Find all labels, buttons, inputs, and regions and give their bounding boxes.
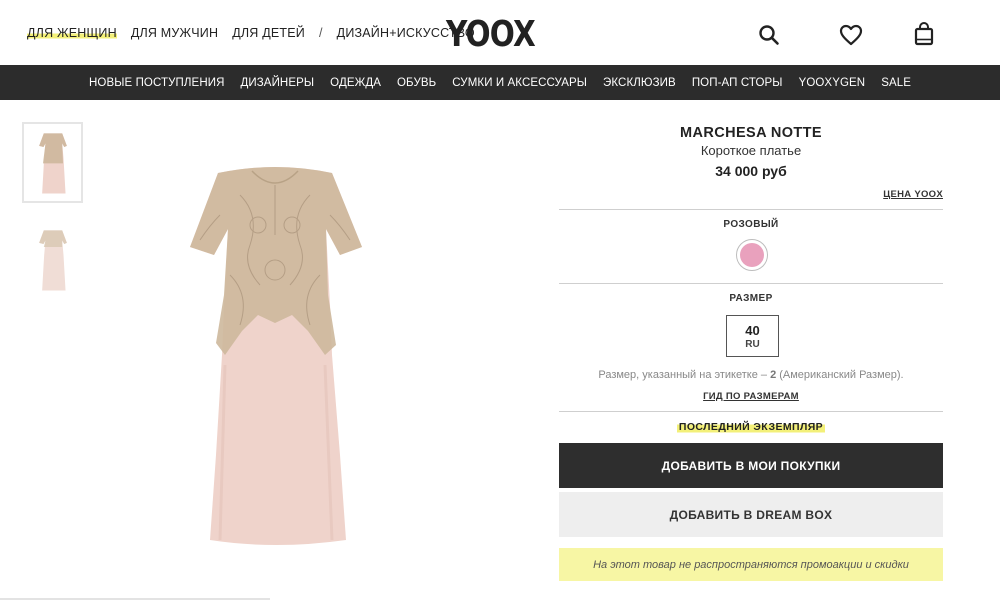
product-price: 34 000 руб [715, 163, 787, 179]
category-nav: НОВЫЕ ПОСТУПЛЕНИЯ ДИЗАЙНЕРЫ ОДЕЖДА ОБУВЬ… [0, 65, 1000, 100]
add-to-cart-button[interactable]: ДОБАВИТЬ В МОИ ПОКУПКИ [559, 443, 943, 488]
add-to-dreambox-button[interactable]: ДОБАВИТЬ В DREAM BOX [559, 492, 943, 537]
thumbnail-back[interactable] [22, 219, 83, 300]
last-item-notice: ПОСЛЕДНИЙ ЭКЗЕМПЛЯР [559, 421, 943, 433]
divider [559, 411, 943, 412]
size-note-prefix: Размер, указанный на этикетке – [598, 369, 771, 381]
yoox-logo[interactable]: YOOX [446, 14, 536, 55]
cat-designers[interactable]: ДИЗАЙНЕРЫ [241, 77, 315, 89]
heart-icon[interactable] [838, 22, 864, 48]
color-swatch-pink[interactable] [736, 239, 768, 271]
nav-women[interactable]: ДЛЯ ЖЕНЩИН [27, 26, 117, 40]
promo-notice: На этот товар не распространяются промоа… [559, 548, 943, 581]
size-guide-link[interactable]: ГИД ПО РАЗМЕРАМ [559, 391, 943, 402]
cat-yooxygen[interactable]: YOOXYGEN [799, 77, 866, 89]
cat-exclusive[interactable]: ЭКСКЛЮЗИВ [603, 77, 676, 89]
cat-clothing[interactable]: ОДЕЖДА [330, 77, 381, 89]
size-label: РАЗМЕР [729, 293, 773, 304]
cat-new-arrivals[interactable]: НОВЫЕ ПОСТУПЛЕНИЯ [89, 77, 225, 89]
nav-men[interactable]: ДЛЯ МУЖЧИН [131, 26, 218, 40]
cat-bags-accessories[interactable]: СУМКИ И АКСЕССУАРЫ [452, 77, 587, 89]
size-unit: RU [745, 339, 760, 350]
thumbnail-front[interactable] [22, 122, 83, 203]
search-icon[interactable] [756, 22, 782, 48]
divider [559, 283, 943, 284]
color-swatch-dot [740, 243, 764, 267]
size-option-40[interactable]: 40 RU [726, 315, 779, 357]
yoox-price-link[interactable]: ЦЕНА YOOX [883, 189, 943, 200]
dress-thumbnail-back-image [38, 229, 67, 290]
last-item-text: ПОСЛЕДНИЙ ЭКЗЕМПЛЯР [676, 421, 826, 433]
product-brand[interactable]: MARCHESA NOTTE [559, 125, 943, 141]
dress-thumbnail-front-image [38, 132, 67, 193]
divider [559, 209, 943, 210]
size-note-suffix: (Американский Размер). [776, 369, 904, 381]
product-main-image[interactable] [180, 155, 370, 550]
color-label: РОЗОВЫЙ [723, 219, 779, 230]
nav-kids[interactable]: ДЛЯ ДЕТЕЙ [232, 26, 305, 40]
shopping-bag-icon[interactable] [911, 21, 937, 47]
size-note: Размер, указанный на этикетке – 2 (Амери… [559, 369, 943, 381]
scroll-indicator [0, 598, 270, 600]
cat-shoes[interactable]: ОБУВЬ [397, 77, 436, 89]
product-type: Короткое платье [700, 143, 802, 158]
site-header: ДЛЯ ЖЕНЩИН ДЛЯ МУЖЧИН ДЛЯ ДЕТЕЙ / ДИЗАЙН… [0, 0, 1000, 65]
cat-sale[interactable]: SALE [881, 77, 911, 89]
cat-popup-stores[interactable]: ПОП-АП СТОРЫ [692, 77, 783, 89]
size-value: 40 [745, 323, 760, 338]
gender-nav: ДЛЯ ЖЕНЩИН ДЛЯ МУЖЧИН ДЛЯ ДЕТЕЙ / ДИЗАЙН… [27, 26, 489, 40]
nav-separator: / [318, 26, 323, 40]
